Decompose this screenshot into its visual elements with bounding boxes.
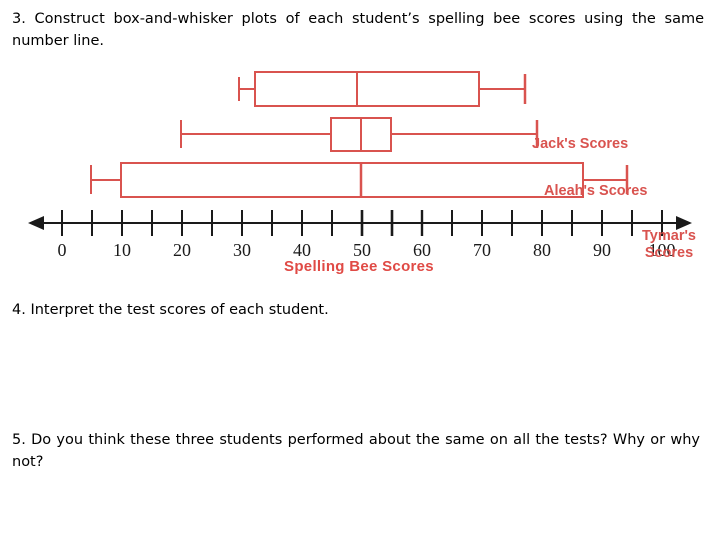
tick-label: 70: [473, 240, 491, 260]
tick-label: 60: [413, 240, 431, 260]
box-and-whisker-chart: 0 10 20 30 40 50 60 70 80 90 100 Jack's …: [0, 60, 720, 285]
boxplot-jack: [238, 71, 527, 107]
tick-label: 50: [353, 240, 371, 260]
number-line-axis: 0 10 20 30 40 50 60 70 80 90 100: [28, 210, 692, 260]
tymar-box: [120, 162, 584, 198]
question-5-text: 5. Do you think these three students per…: [12, 432, 700, 470]
tick-label: 20: [173, 240, 191, 260]
tick-label: 80: [533, 240, 551, 260]
tick-label: 40: [293, 240, 311, 260]
tick-label: 30: [233, 240, 251, 260]
question-4-text: 4. Interpret the test scores of each stu…: [12, 302, 329, 318]
tick-label: 90: [593, 240, 611, 260]
axis-title: Spelling Bee Scores: [0, 258, 720, 275]
series-label-aleah: Aleah's Scores: [544, 183, 648, 199]
tick-label: 10: [113, 240, 131, 260]
series-label-tymar: Tymar's Scores: [642, 228, 696, 261]
axis-ticks: [61, 210, 663, 236]
axis-arrow-left-icon: [28, 216, 44, 230]
chart-svg: 0 10 20 30 40 50 60 70 80 90 100: [28, 71, 692, 260]
axis-title-text: Spelling Bee Scores: [284, 258, 434, 275]
boxplot-aleah: [180, 117, 539, 152]
series-label-jack: Jack's Scores: [532, 136, 629, 152]
question-3-text: 3. Construct box-and-whisker plots of ea…: [12, 11, 704, 49]
tick-label: 0: [58, 240, 67, 260]
jack-box: [254, 71, 480, 107]
axis-tick-labels: 0 10 20 30 40 50 60 70 80 90 100: [58, 240, 676, 260]
